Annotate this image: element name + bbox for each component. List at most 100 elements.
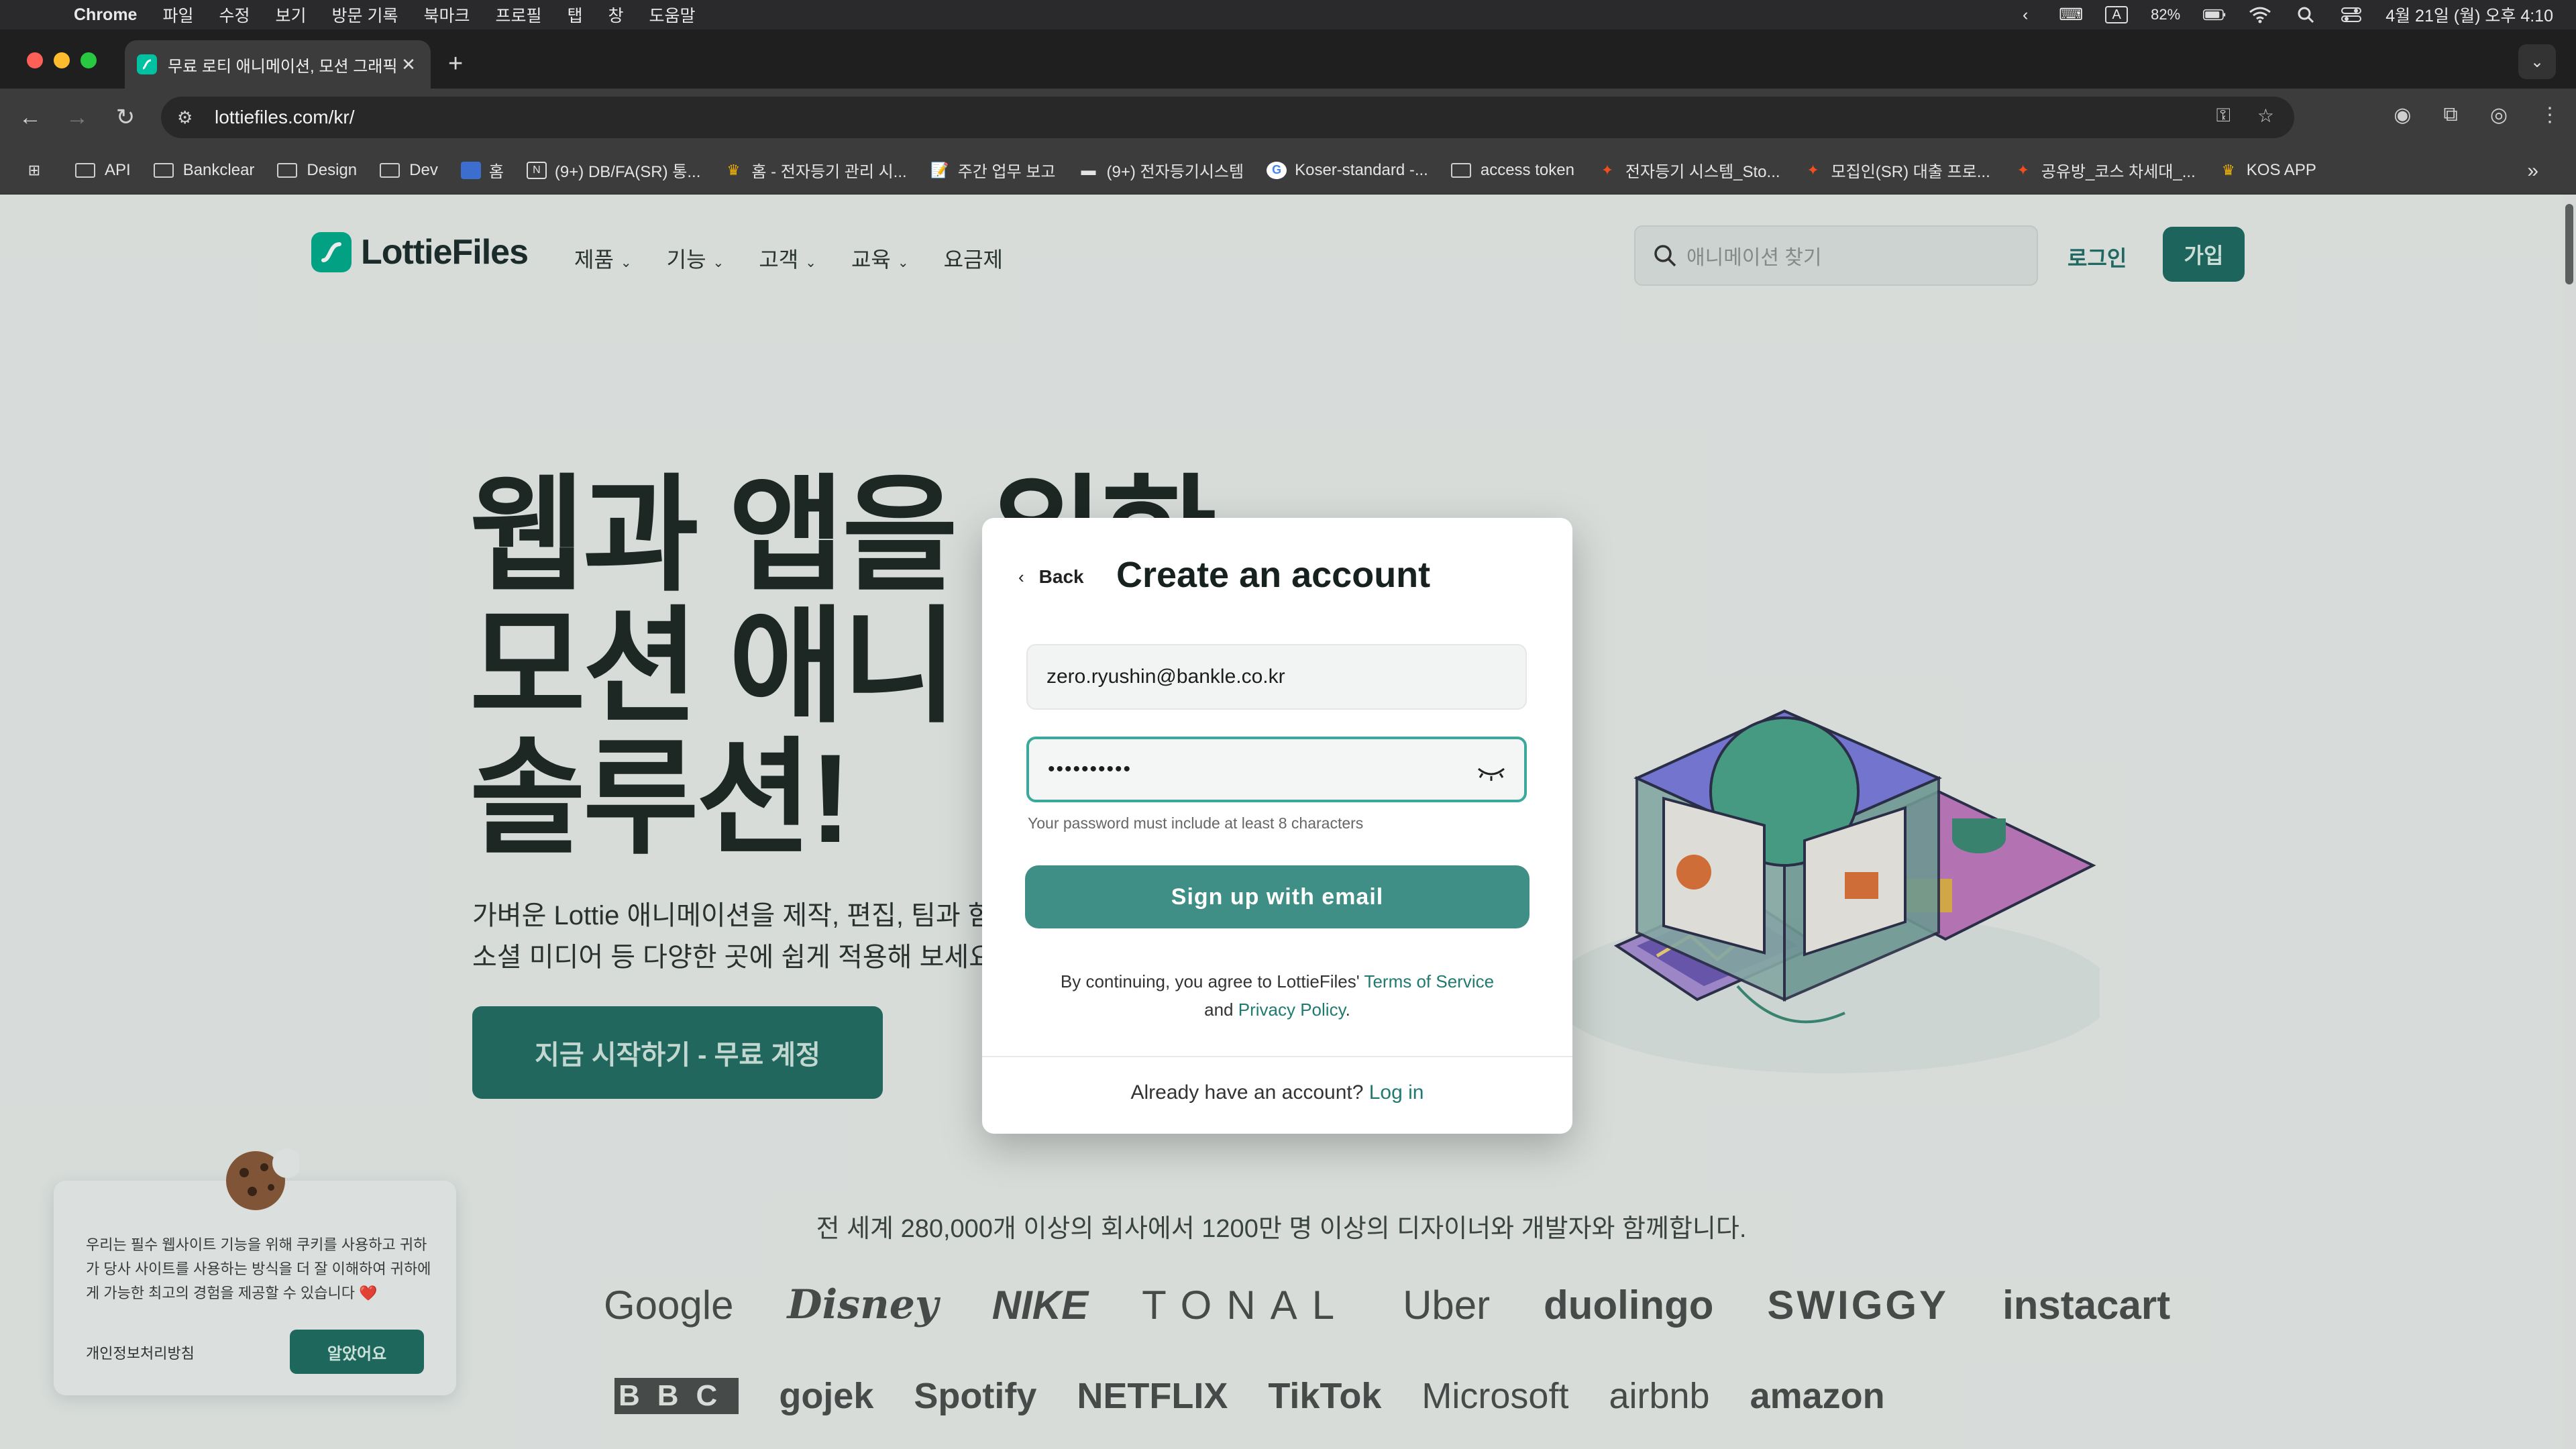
bookmark-folder-bankclear[interactable]: Bankclear	[153, 161, 254, 180]
bookmark-label: 모집인(SR) 대출 프로...	[1831, 163, 1990, 181]
close-window-button[interactable]	[27, 52, 43, 68]
macos-menubar: Chrome 파일 수정 보기 방문 기록 북마크 프로필 탭 창 도움말 ‹ …	[0, 0, 2576, 30]
modal-divider	[982, 1056, 1572, 1057]
page-scrollbar[interactable]	[2563, 195, 2576, 1449]
trello-icon	[460, 161, 481, 179]
bookmark-star-icon[interactable]: ☆	[2257, 105, 2274, 127]
folder-icon	[1450, 162, 1471, 178]
address-bar[interactable]: ⚙ lottiefiles.com/kr/ ⚿ ☆	[161, 97, 2294, 138]
bookmark-label: 주간 업무 보고	[957, 163, 1056, 181]
tab-title: 무료 로티 애니메이션, 모션 그래픽...	[168, 57, 398, 76]
email-field[interactable]: zero.ryushin@bankle.co.kr	[1026, 644, 1527, 710]
password-value: ••••••••••	[1048, 758, 1132, 780]
bookmark-kos-app[interactable]: ♛ KOS APP	[2218, 161, 2316, 180]
menu-file[interactable]: 파일	[162, 3, 193, 27]
bookmark-loan-program[interactable]: ✦ 모집인(SR) 대출 프로...	[1803, 158, 1990, 182]
bookmark-label: 공유방_코스 차세대_...	[2041, 163, 2196, 181]
bookmark-label: access token	[1480, 160, 1574, 179]
camera-icon[interactable]: ◉	[2394, 103, 2411, 127]
minimize-window-button[interactable]	[54, 52, 70, 68]
bookmark-label: Design	[307, 160, 358, 179]
signup-modal: ‹ Back Create an account zero.ryushin@ba…	[982, 518, 1572, 1134]
wifi-icon[interactable]	[2249, 6, 2271, 23]
eye-closed-icon[interactable]	[1476, 759, 1507, 784]
address-url[interactable]: lottiefiles.com/kr/	[215, 107, 355, 128]
chevron-left-icon[interactable]: ‹	[2014, 5, 2037, 24]
bookmark-registry-system[interactable]: ▬ (9+) 전자등기시스템	[1079, 158, 1244, 182]
menu-profiles[interactable]: 프로필	[495, 3, 541, 27]
menu-edit[interactable]: 수정	[219, 3, 250, 27]
sign-up-with-email-button[interactable]: Sign up with email	[1025, 865, 1529, 928]
menu-bookmarks[interactable]: 북마크	[423, 3, 470, 27]
more-menu-icon[interactable]: ⋮	[2540, 103, 2560, 127]
reload-icon[interactable]: ↻	[110, 102, 141, 133]
menu-history[interactable]: 방문 기록	[332, 3, 398, 27]
bookmark-db-fa[interactable]: N (9+) DB/FA(SR) 통...	[526, 158, 700, 182]
figma-icon: ✦	[1601, 161, 1614, 178]
bookmark-registry-storybook[interactable]: ✦ 전자등기 시스템_Sto...	[1597, 158, 1780, 182]
legal-notice: By continuing, you agree to LottieFiles'…	[982, 967, 1572, 1024]
forward-arrow-icon[interactable]: →	[62, 102, 93, 133]
bookmark-shared-room[interactable]: ✦ 공유방_코스 차세대_...	[2013, 158, 2196, 182]
password-field[interactable]: ••••••••••	[1026, 737, 1527, 802]
bookmark-label: API	[105, 160, 131, 179]
new-tab-button[interactable]: +	[448, 50, 463, 78]
active-tab[interactable]: 무료 로티 애니메이션, 모션 그래픽... ✕	[125, 40, 431, 89]
figma-icon: ✦	[1807, 161, 1819, 178]
bookmark-label: Koser-standard -...	[1295, 160, 1428, 179]
menu-view[interactable]: 보기	[276, 3, 307, 27]
password-key-icon[interactable]: ⚿	[2216, 105, 2231, 127]
modal-title: Create an account	[1116, 555, 1431, 595]
bookmark-label: (9+) 전자등기시스템	[1106, 163, 1244, 181]
extensions-icon[interactable]: ⧉	[2443, 103, 2457, 127]
scrollbar-thumb[interactable]	[2565, 204, 2573, 284]
page-icon: ▬	[1081, 161, 1096, 178]
back-arrow-icon[interactable]: ←	[15, 102, 46, 133]
page-viewport: LottieFiles 제품 ⌄ 기능 ⌄ 고객 ⌄ 교육 ⌄ 요금제 애니메이션 찾기…	[0, 195, 2563, 1449]
menu-help[interactable]: 도움말	[649, 3, 696, 27]
more-bookmarks-icon[interactable]: »	[2527, 160, 2538, 182]
back-button[interactable]: ‹ Back	[1018, 566, 1084, 588]
folder-icon	[380, 162, 400, 178]
bookmark-label: Dev	[409, 160, 438, 179]
tab-search-button[interactable]: ⌄	[2518, 44, 2556, 79]
password-hint: Your password must include at least 8 ch…	[1028, 814, 1364, 832]
bookmark-registry-home[interactable]: ♛ 홈 - 전자등기 관리 시...	[723, 158, 907, 182]
bookmark-folder-dev[interactable]: Dev	[380, 161, 438, 180]
bookmark-koser-standard[interactable]: G Koser-standard -...	[1267, 161, 1428, 180]
apps-grid-icon[interactable]: ⊞	[24, 162, 52, 179]
privacy-policy-link[interactable]: Privacy Policy	[1238, 1000, 1346, 1020]
footer-prefix: Already have an account?	[1130, 1081, 1364, 1104]
bookmark-weekly-report[interactable]: 📝 주간 업무 보고	[930, 158, 1056, 182]
profile-icon[interactable]: ◎	[2490, 103, 2508, 127]
lottiefiles-favicon-icon	[137, 54, 157, 74]
bookmark-label: 홈 - 전자등기 관리 시...	[751, 163, 907, 181]
menu-tab[interactable]: 탭	[568, 3, 583, 27]
browser-tab-strip: 무료 로티 애니메이션, 모션 그래픽... ✕ + ⌄	[0, 30, 2576, 89]
notion-icon: N	[526, 161, 547, 179]
menu-window[interactable]: 창	[608, 3, 624, 27]
bookmark-folder-api[interactable]: API	[75, 161, 131, 180]
control-center-icon[interactable]	[2340, 6, 2363, 23]
menubar-clock[interactable]: 4월 21일 (월) 오후 4:10	[2385, 3, 2553, 27]
legal-and: and	[1204, 1000, 1234, 1020]
menu-app-name[interactable]: Chrome	[74, 5, 137, 25]
site-info-icon[interactable]: ⚙	[177, 107, 199, 128]
folder-icon	[153, 162, 174, 178]
google-icon: G	[1267, 161, 1287, 179]
zoom-window-button[interactable]	[80, 52, 97, 68]
spotlight-search-icon[interactable]	[2294, 6, 2317, 23]
input-mode-indicator[interactable]: A	[2105, 6, 2129, 23]
bookmark-folder-access-token[interactable]: access token	[1450, 160, 1574, 180]
bookmark-folder-design[interactable]: Design	[277, 161, 357, 180]
crown-icon: ♛	[2221, 161, 2235, 178]
close-tab-icon[interactable]: ✕	[398, 54, 419, 75]
legal-prefix: By continuing, you agree to LottieFiles'	[1060, 971, 1360, 991]
terms-of-service-link[interactable]: Terms of Service	[1364, 971, 1494, 991]
bookmark-label: 전자등기 시스템_Sto...	[1625, 163, 1780, 181]
log-in-link[interactable]: Log in	[1369, 1081, 1424, 1104]
bookmark-home[interactable]: 홈	[460, 158, 504, 182]
keyboard-icon[interactable]: ⌨	[2059, 5, 2083, 24]
bookmark-label: 홈	[488, 163, 504, 181]
battery-icon[interactable]	[2203, 6, 2226, 23]
